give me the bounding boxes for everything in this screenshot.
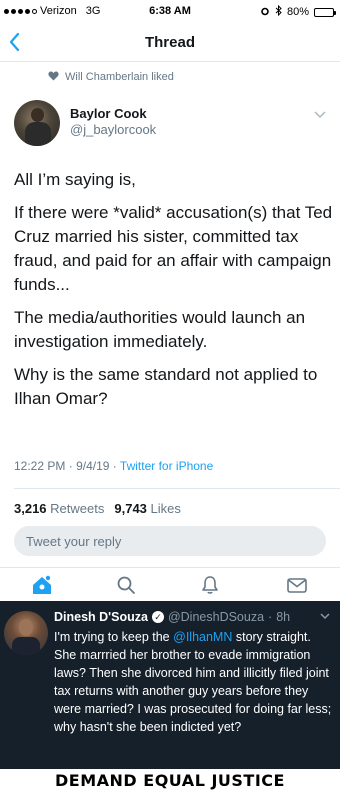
tweet-paragraph: If there were *valid* accusation(s) that… bbox=[14, 203, 333, 294]
embedded-text-start: I'm trying to keep the bbox=[54, 630, 174, 644]
bluetooth-icon bbox=[275, 4, 282, 19]
author-name[interactable]: Baylor Cook bbox=[70, 106, 147, 121]
verified-icon: ✓ bbox=[151, 611, 164, 623]
bell-icon[interactable] bbox=[198, 574, 222, 596]
social-context-label: Will Chamberlain liked bbox=[65, 71, 174, 83]
tweet-source-link[interactable]: Twitter for iPhone bbox=[120, 459, 213, 473]
embedded-tweet: Dinesh D'Souza ✓ @DineshDSouza · 8h I'm … bbox=[0, 601, 340, 769]
tweet-paragraph: All I’m saying is, bbox=[14, 170, 136, 189]
search-icon[interactable] bbox=[114, 574, 138, 596]
caption-banner: DEMAND EQUAL JUSTICE bbox=[0, 769, 340, 793]
likes-stat[interactable]: 9,743 Likes bbox=[114, 501, 181, 516]
reply-box[interactable] bbox=[14, 526, 326, 556]
tweet-paragraph: The media/authorities would launch an in… bbox=[14, 308, 306, 351]
embedded-tweet-text: I'm trying to keep the @IlhanMN story st… bbox=[54, 628, 334, 736]
embedded-tweet-header: Dinesh D'Souza ✓ @DineshDSouza · 8h bbox=[54, 610, 291, 624]
retweets-label: Retweets bbox=[50, 501, 105, 516]
divider bbox=[14, 488, 340, 489]
tweet-text: All I’m saying is, If there were *valid*… bbox=[14, 168, 334, 420]
mail-icon[interactable] bbox=[285, 574, 309, 596]
likes-label: Likes bbox=[150, 501, 181, 516]
embedded-tweet-time: 8h bbox=[276, 610, 291, 624]
likes-count: 9,743 bbox=[114, 501, 147, 516]
tweet-paragraph: Why is the same standard not applied to … bbox=[14, 365, 318, 408]
nav-bar: Thread bbox=[0, 22, 340, 62]
tweet-time: 12:22 PM bbox=[14, 459, 66, 473]
tab-bar bbox=[0, 567, 340, 601]
embedded-author-name[interactable]: Dinesh D'Souza bbox=[54, 610, 148, 624]
chevron-down-icon[interactable] bbox=[314, 108, 326, 122]
mention-link[interactable]: @IlhanMN bbox=[173, 630, 232, 644]
social-context: Will Chamberlain liked bbox=[48, 70, 174, 84]
tweet-meta: 12:22 PM · 9/4/19 · Twitter for iPhone bbox=[14, 459, 214, 473]
alarm-icon bbox=[260, 6, 270, 19]
battery-icon bbox=[314, 7, 336, 17]
battery-percent: 80% bbox=[286, 6, 309, 18]
status-right: 80% bbox=[260, 4, 336, 19]
reply-input[interactable] bbox=[14, 526, 326, 556]
retweets-stat[interactable]: 3,216 Retweets bbox=[14, 501, 104, 516]
page-title: Thread bbox=[144, 34, 195, 51]
status-bar: Verizon 3G 6:38 AM 80% bbox=[0, 0, 340, 22]
embedded-author-handle[interactable]: @DineshDSouza bbox=[168, 610, 264, 624]
home-icon[interactable] bbox=[30, 574, 54, 596]
avatar[interactable] bbox=[4, 611, 48, 655]
tweet-date: 9/4/19 bbox=[76, 459, 110, 473]
heart-icon bbox=[48, 70, 59, 84]
chevron-down-icon[interactable] bbox=[320, 611, 330, 623]
embedded-text-end: story straight. She marrried her brother… bbox=[54, 630, 332, 734]
author-handle[interactable]: @j_baylorcook bbox=[70, 122, 156, 137]
retweets-count: 3,216 bbox=[14, 501, 47, 516]
tweet-stats: 3,216 Retweets 9,743 Likes bbox=[14, 501, 181, 516]
avatar[interactable] bbox=[14, 100, 60, 146]
